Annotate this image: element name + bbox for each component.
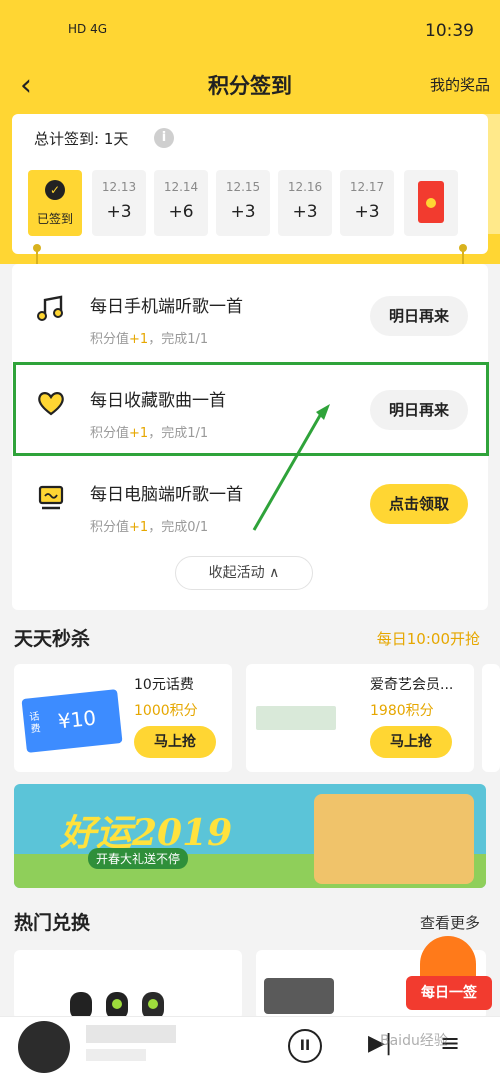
hot-exchange-title: 热门兑换: [14, 912, 91, 934]
product-image: [256, 706, 336, 730]
collapse-activities-button[interactable]: 收起活动 ∧: [175, 556, 313, 590]
song-title-blurred: [86, 1025, 176, 1043]
grab-now-button[interactable]: 马上抢: [134, 726, 216, 758]
item-name: 爱奇艺会员...: [370, 677, 454, 693]
earphones-image: [70, 992, 164, 1020]
hot-item[interactable]: [14, 950, 242, 1020]
flash-sale-schedule: 每日10:00开抢: [376, 630, 480, 648]
flash-sale-item-partial[interactable]: [482, 664, 500, 772]
watermark: Baidu经验: [380, 1033, 448, 1049]
trash-bags-image: [264, 978, 334, 1014]
phone-credit-coupon-image: 话费 ¥10: [21, 689, 123, 753]
daily-sign-badge[interactable]: 每日一签: [404, 936, 494, 1018]
daily-sign-label: 每日一签: [406, 976, 492, 1010]
pause-icon[interactable]: II: [288, 1029, 322, 1063]
artist-blurred: [86, 1049, 146, 1061]
flash-sale-item[interactable]: 话费 ¥10 10元话费 1000积分 马上抢: [14, 664, 232, 772]
flash-sale-title: 天天秒杀: [14, 628, 91, 650]
item-points: 1000积分: [134, 703, 198, 719]
banner-gift-box: [314, 794, 474, 884]
banner-subtitle: 开春大礼送不停: [88, 848, 189, 869]
promo-banner[interactable]: 好运2019 开春大礼送不停: [14, 784, 486, 888]
flash-sale-item[interactable]: 爱奇艺会员... 1980积分 马上抢: [246, 664, 474, 772]
grab-now-button[interactable]: 马上抢: [370, 726, 452, 758]
item-points: 1980积分: [370, 703, 434, 719]
view-more-link[interactable]: 查看更多: [420, 912, 480, 933]
item-name: 10元话费: [134, 677, 194, 693]
album-cover[interactable]: [18, 1021, 70, 1073]
